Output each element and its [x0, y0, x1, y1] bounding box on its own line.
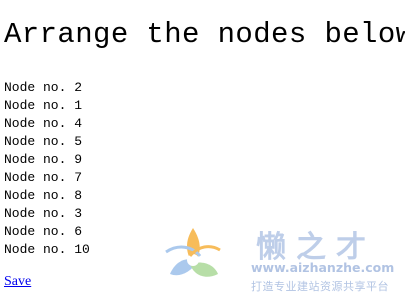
watermark-url: www.aizhanzhe.com	[251, 260, 395, 275]
list-item-node[interactable]: Node no. 3	[4, 205, 90, 223]
sortable-node-list: Node no. 2 Node no. 1 Node no. 4 Node no…	[4, 79, 90, 259]
list-item-node[interactable]: Node no. 9	[4, 151, 90, 169]
watermark-slogan: 打造专业建站资源共享平台	[251, 280, 389, 293]
watermark-logo-icon	[165, 228, 221, 277]
list-item-node[interactable]: Node no. 4	[4, 115, 90, 133]
list-item-node[interactable]: Node no. 7	[4, 169, 90, 187]
save-link[interactable]: Save	[4, 273, 31, 291]
list-item-node[interactable]: Node no. 8	[4, 187, 90, 205]
watermark: 懒之才 www.aizhanzhe.com 打造专业建站资源共享平台	[160, 220, 405, 299]
list-item-node[interactable]: Node no. 5	[4, 133, 90, 151]
list-item-node[interactable]: Node no. 1	[4, 97, 90, 115]
page-title: Arrange the nodes below	[4, 18, 405, 51]
list-item-node[interactable]: Node no. 6	[4, 223, 90, 241]
list-item-node[interactable]: Node no. 2	[4, 79, 90, 97]
list-item-node[interactable]: Node no. 10	[4, 241, 90, 259]
